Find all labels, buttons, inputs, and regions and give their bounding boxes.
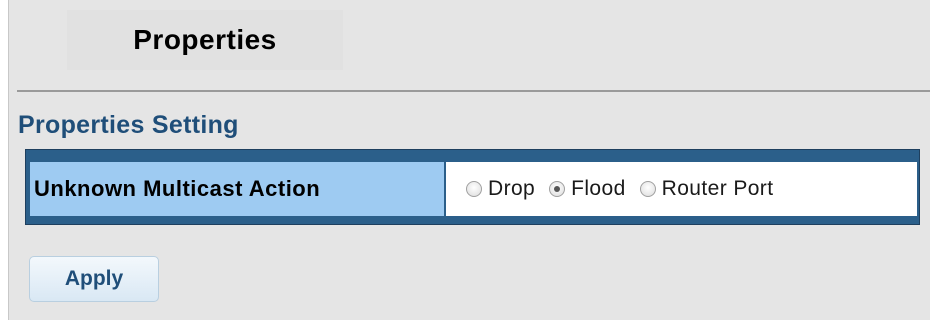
section-title: Properties Setting (18, 111, 239, 139)
apply-button[interactable]: Apply (29, 256, 159, 302)
apply-button-label: Apply (64, 267, 124, 290)
settings-table: Unknown Multicast Action Drop Flood Rout… (25, 149, 920, 225)
option-drop[interactable]: Drop (466, 177, 535, 201)
tab-title: Properties (133, 24, 277, 55)
radio-router-port[interactable] (639, 181, 656, 197)
tab-properties[interactable]: Properties (67, 10, 343, 70)
option-flood[interactable]: Flood (549, 177, 626, 201)
option-flood-label: Flood (571, 177, 626, 200)
divider (17, 90, 930, 92)
setting-value-cell: Drop Flood Router Port (446, 162, 917, 216)
radio-drop[interactable] (466, 181, 482, 197)
setting-label: Unknown Multicast Action (34, 176, 321, 201)
setting-label-cell: Unknown Multicast Action (30, 162, 444, 216)
option-drop-label: Drop (488, 177, 536, 200)
option-router-port-label: Router Port (661, 177, 774, 200)
radio-flood[interactable] (549, 181, 566, 197)
option-router-port[interactable]: Router Port (639, 177, 774, 201)
